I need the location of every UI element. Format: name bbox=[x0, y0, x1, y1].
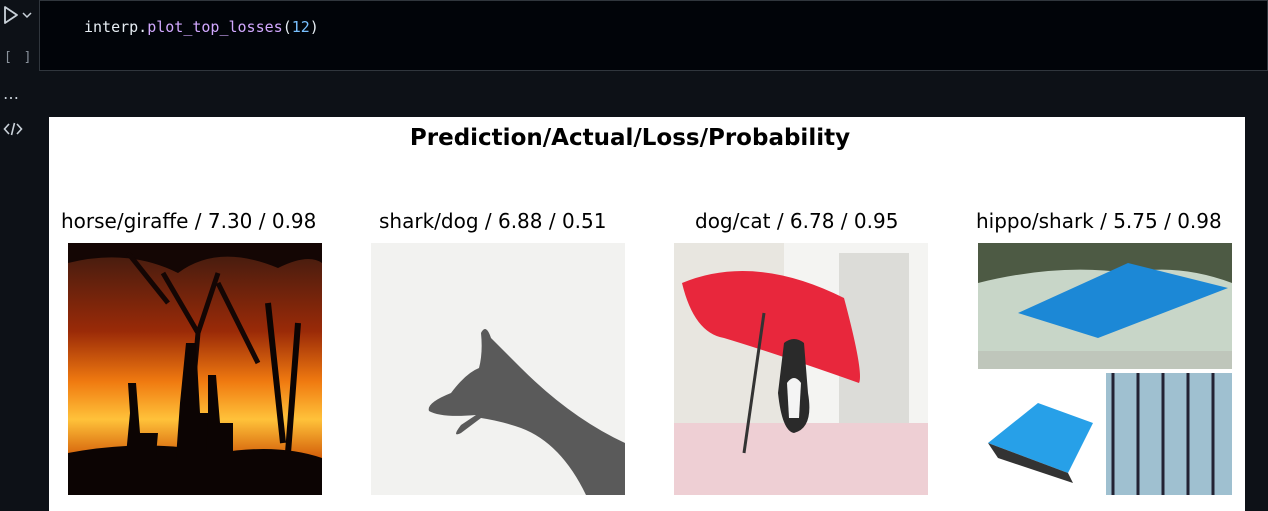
code-object: interp. bbox=[84, 18, 148, 36]
execution-count: [ ] bbox=[4, 50, 34, 65]
chevron-down-icon[interactable] bbox=[21, 6, 33, 19]
cat-umbrella-image bbox=[674, 243, 928, 495]
run-cell-icon[interactable] bbox=[2, 5, 20, 25]
more-actions-icon[interactable]: … bbox=[3, 84, 20, 103]
figure-title: Prediction/Actual/Loss/Probability bbox=[409, 125, 851, 151]
code-cell-editor[interactable]: interp.plot_top_losses(12) bbox=[39, 0, 1268, 71]
panel-title: hippo/shark / 5.75 / 0.98 bbox=[976, 209, 1222, 233]
panel-title: horse/giraffe / 7.30 / 0.98 bbox=[61, 209, 317, 233]
panel-title: dog/cat / 6.78 / 0.95 bbox=[695, 209, 899, 233]
blue-tarp-image bbox=[978, 243, 1232, 495]
giraffe-sunset-image bbox=[68, 243, 322, 495]
code-open-paren: ( bbox=[282, 18, 292, 36]
cell-output: Prediction/Actual/Loss/Probability horse… bbox=[49, 117, 1245, 511]
cell-gutter: [ ] … bbox=[0, 0, 40, 511]
code-method: plot_top_losses bbox=[147, 18, 283, 36]
code-line[interactable]: interp.plot_top_losses(12) bbox=[84, 18, 319, 36]
dog-shadow-image bbox=[371, 243, 625, 495]
code-icon[interactable] bbox=[3, 121, 23, 137]
code-argument: 12 bbox=[291, 18, 310, 36]
code-close-paren: ) bbox=[309, 18, 319, 36]
panel-title: shark/dog / 6.88 / 0.51 bbox=[379, 209, 607, 233]
